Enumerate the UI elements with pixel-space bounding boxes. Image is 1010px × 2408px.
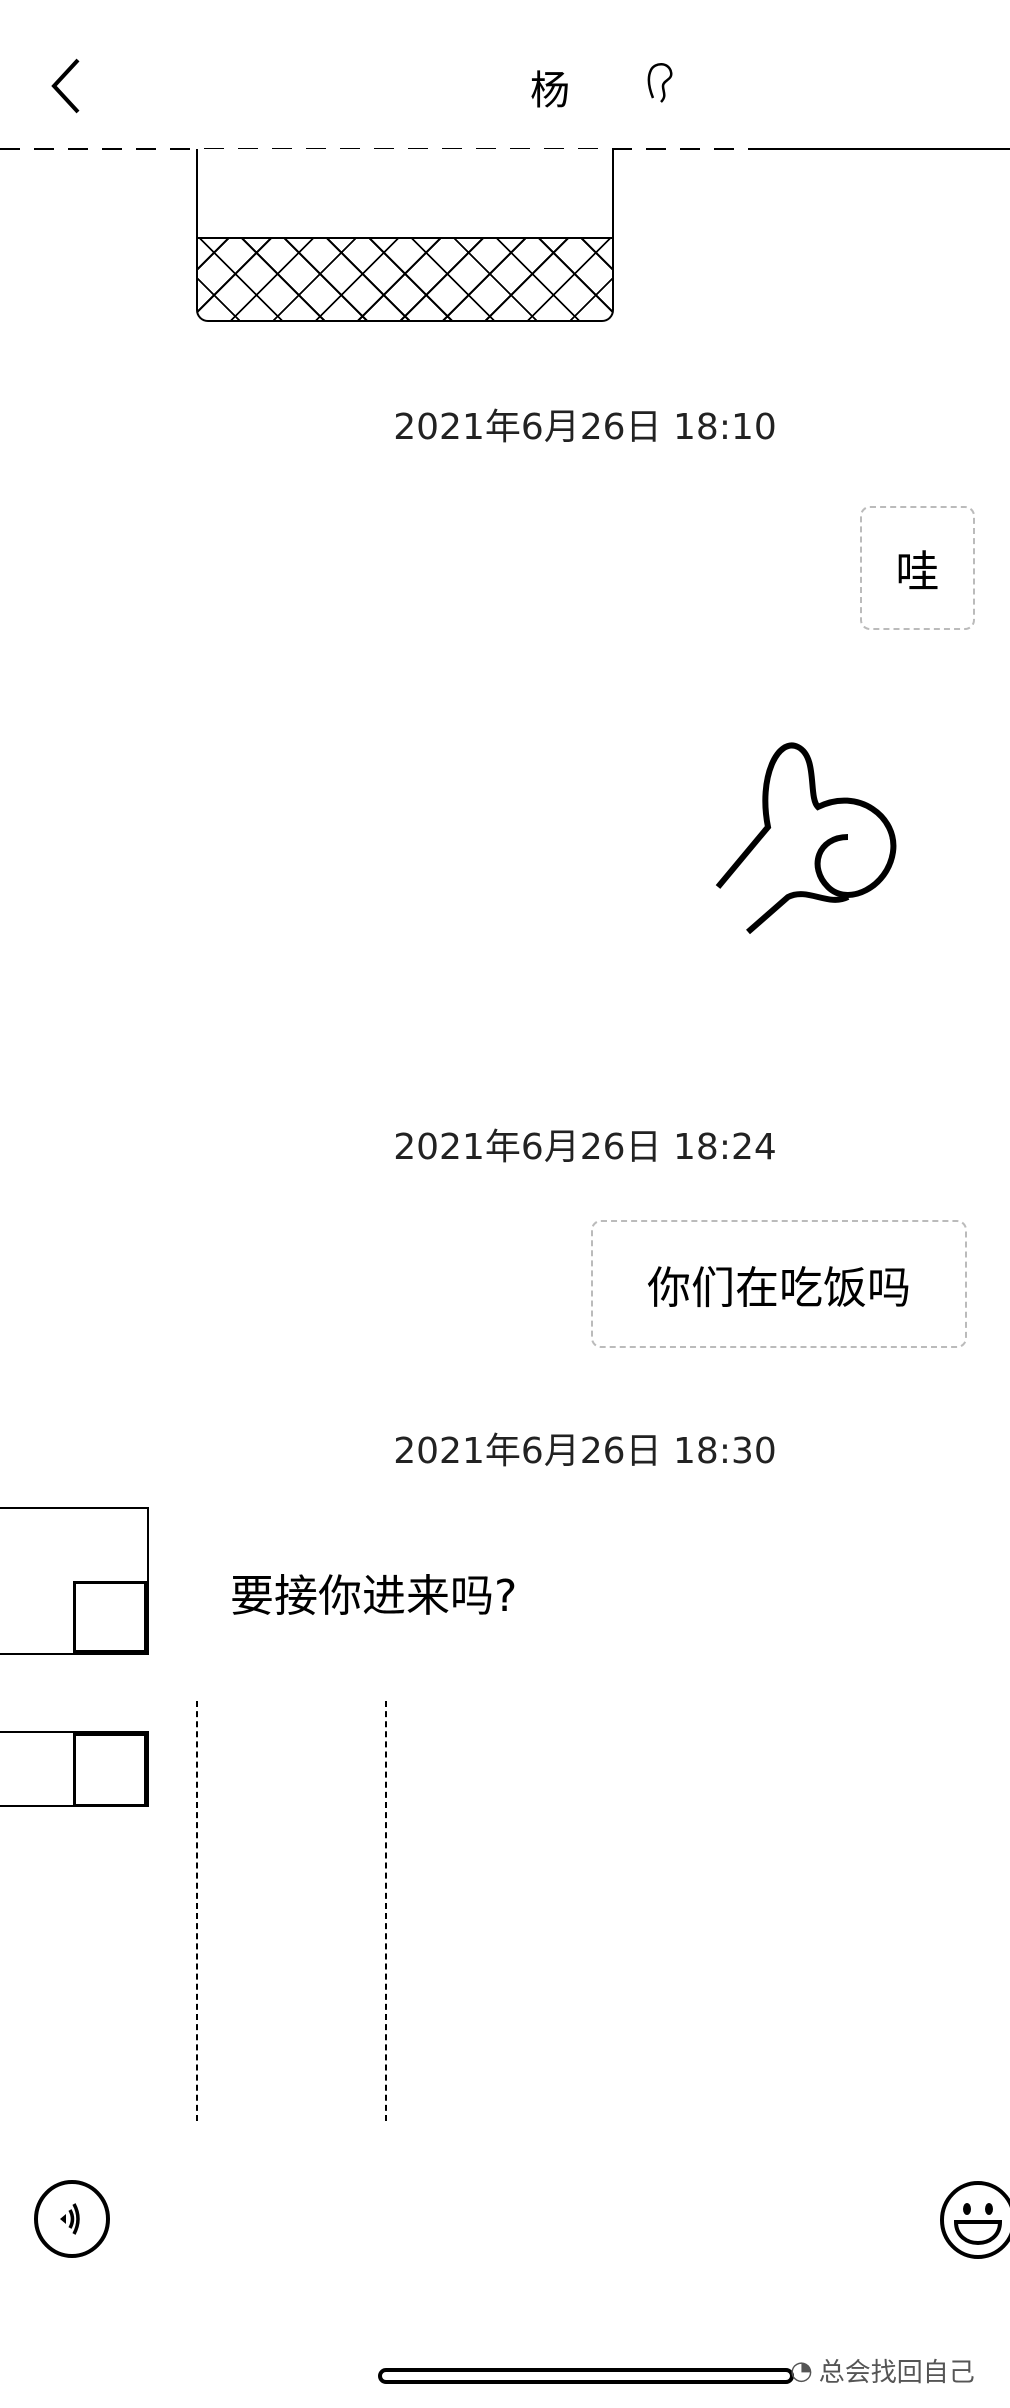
home-indicator[interactable] (378, 2368, 794, 2384)
ear-icon[interactable] (645, 58, 675, 108)
message-text: 哇 (895, 547, 940, 598)
avatar[interactable] (0, 1507, 149, 1655)
message-text-left[interactable]: 要接你进来吗? (230, 1560, 517, 1624)
message-text: 你们在吃饭吗 (647, 1263, 911, 1314)
avatar[interactable] (0, 1731, 149, 1807)
watermark: ◔ 总会找回自己 (790, 2355, 975, 2389)
back-button[interactable] (48, 56, 88, 116)
message-bubble-right[interactable]: 你们在吃饭吗 (591, 1220, 967, 1348)
wechat-icon: ◔ (790, 2355, 813, 2386)
timestamp: 2021年6月26日 18:24 (393, 1127, 777, 1168)
heart-hands-icon[interactable] (698, 737, 906, 944)
header-divider (756, 148, 1010, 150)
chat-title: 杨 (530, 68, 570, 114)
timestamp: 2021年6月26日 18:10 (393, 407, 777, 448)
emoji-icon[interactable] (938, 2180, 1010, 2260)
timestamp: 2021年6月26日 18:30 (393, 1431, 777, 1472)
image-message[interactable] (196, 149, 614, 322)
voice-icon[interactable] (34, 2180, 112, 2258)
image-message[interactable] (196, 1701, 387, 2121)
message-bubble-right[interactable]: 哇 (860, 506, 975, 630)
